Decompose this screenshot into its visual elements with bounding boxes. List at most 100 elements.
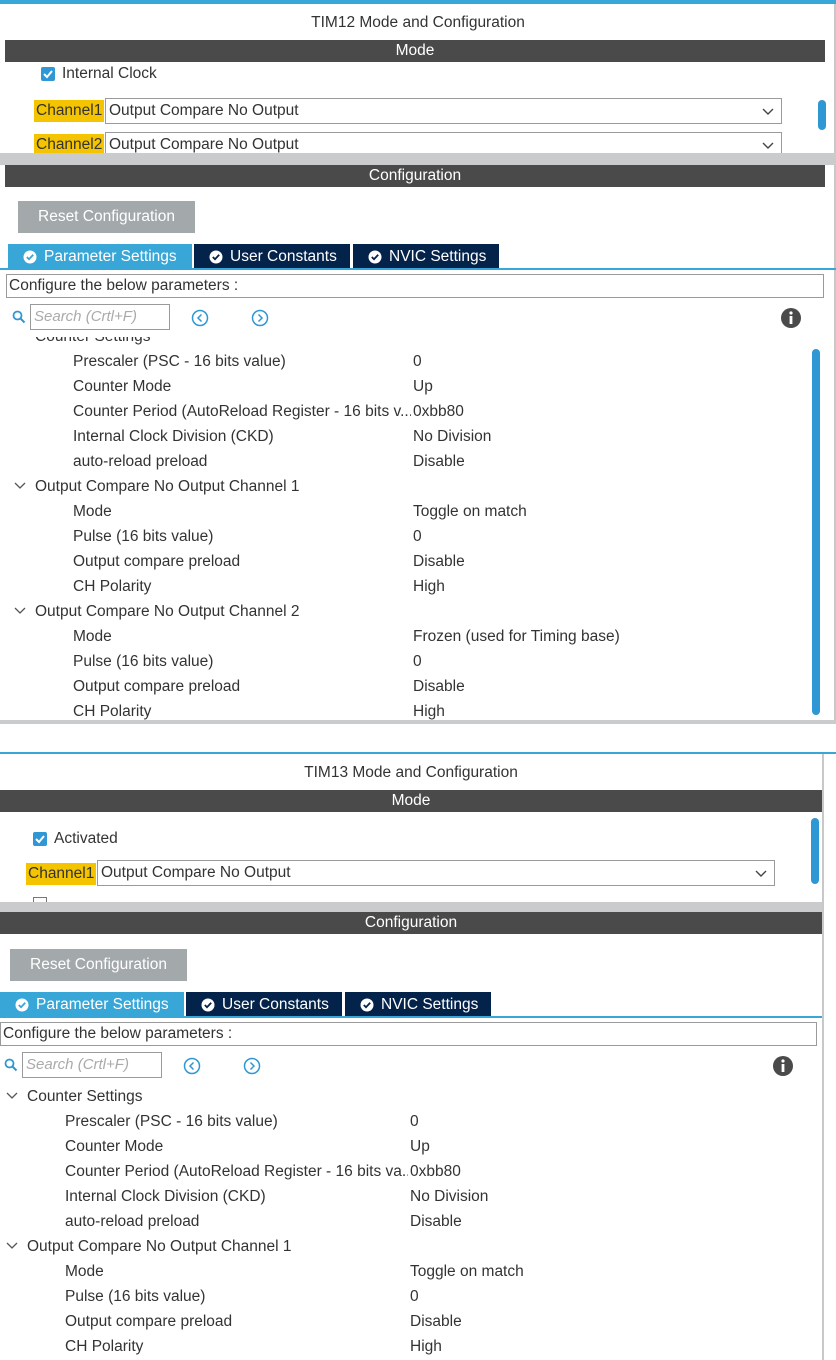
param-name: CH Polarity xyxy=(73,578,152,595)
param-value[interactable]: Disable xyxy=(413,549,465,574)
search-icon xyxy=(12,310,26,324)
param-name: auto-reload preload xyxy=(65,1213,200,1230)
tab-nvic-settings[interactable]: NVIC Settings xyxy=(345,992,491,1018)
search-icon xyxy=(4,1058,18,1072)
param-value[interactable]: Up xyxy=(410,1134,430,1159)
search-input[interactable]: Search (Crtl+F) xyxy=(22,1052,162,1078)
tab-user-constants[interactable]: User Constants xyxy=(194,244,350,270)
param-name: Counter Period (AutoReload Register - 16… xyxy=(73,403,411,420)
tim13-panel: TIM13 Mode and Configuration Mode Activa… xyxy=(0,752,836,1360)
group-header[interactable]: Output Compare No Output Channel 2 xyxy=(35,599,300,624)
param-name: Internal Clock Division (CKD) xyxy=(65,1188,266,1205)
configure-text: Configure the below parameters : xyxy=(0,1022,817,1046)
param-name: auto-reload preload xyxy=(73,453,208,470)
tab-underline xyxy=(0,1016,822,1018)
param-name: Pulse (16 bits value) xyxy=(73,528,214,545)
panel-title: TIM13 Mode and Configuration xyxy=(304,764,518,781)
param-name: Prescaler (PSC - 16 bits value) xyxy=(65,1113,278,1130)
check-circle-icon xyxy=(368,250,382,264)
group-header[interactable]: Counter Settings xyxy=(27,1084,142,1109)
channel1-select[interactable]: Output Compare No Output xyxy=(97,860,775,886)
tab-label: NVIC Settings xyxy=(389,248,487,265)
tab-user-constants[interactable]: User Constants xyxy=(186,992,342,1018)
reset-configuration-button[interactable]: Reset Configuration xyxy=(18,201,195,233)
param-name: Mode xyxy=(73,503,112,520)
check-circle-icon xyxy=(15,998,29,1012)
chevron-down-icon xyxy=(755,870,767,877)
channel1-value: Output Compare No Output xyxy=(101,864,291,881)
param-value[interactable]: 0 xyxy=(413,349,422,374)
section-splitter[interactable] xyxy=(0,153,836,165)
group-header[interactable]: Output Compare No Output Channel 1 xyxy=(35,474,300,499)
param-name: Pulse (16 bits value) xyxy=(65,1288,206,1305)
configuration-header: Configuration xyxy=(0,912,822,934)
info-icon[interactable] xyxy=(780,307,802,329)
tab-nvic-settings[interactable]: NVIC Settings xyxy=(353,244,499,270)
param-value[interactable]: No Division xyxy=(413,424,491,449)
prev-arrow-icon[interactable] xyxy=(183,1057,201,1075)
chevron-down-icon xyxy=(762,108,774,115)
check-circle-icon xyxy=(23,250,37,264)
panel-border xyxy=(822,754,824,1360)
param-value[interactable]: Disable xyxy=(413,674,465,699)
activated-checkbox[interactable] xyxy=(33,832,47,846)
collapse-chevron-icon[interactable] xyxy=(14,605,26,617)
param-value[interactable]: High xyxy=(413,574,445,599)
internal-clock-checkbox[interactable] xyxy=(41,67,55,81)
activated-label: Activated xyxy=(54,830,118,847)
collapse-chevron-icon[interactable] xyxy=(14,337,26,339)
param-value[interactable]: Toggle on match xyxy=(410,1259,524,1284)
param-value[interactable]: High xyxy=(410,1334,442,1359)
channel1-value: Output Compare No Output xyxy=(109,102,299,119)
collapse-chevron-icon[interactable] xyxy=(14,480,26,492)
param-name: Prescaler (PSC - 16 bits value) xyxy=(73,353,286,370)
parameter-list: Counter Settings Prescaler (PSC - 16 bit… xyxy=(0,1084,808,1360)
channel1-select[interactable]: Output Compare No Output xyxy=(105,98,782,124)
param-name: Output compare preload xyxy=(65,1313,233,1330)
section-splitter[interactable] xyxy=(0,902,822,912)
param-value[interactable]: Disable xyxy=(410,1309,462,1334)
reset-configuration-button[interactable]: Reset Configuration xyxy=(10,949,187,981)
collapse-chevron-icon[interactable] xyxy=(6,1090,18,1102)
param-value[interactable]: No Division xyxy=(410,1184,488,1209)
channel1-label: Channel1 xyxy=(26,863,97,885)
param-value[interactable]: Disable xyxy=(413,449,465,474)
mode-scrollbar[interactable] xyxy=(818,100,826,130)
channel1-label: Channel1 xyxy=(34,100,105,122)
param-value[interactable]: Up xyxy=(413,374,433,399)
param-value[interactable]: 0xbb80 xyxy=(410,1159,461,1184)
next-arrow-icon[interactable] xyxy=(243,1057,261,1075)
check-circle-icon xyxy=(201,998,215,1012)
tab-label: Parameter Settings xyxy=(36,996,169,1013)
param-value[interactable]: Frozen (used for Timing base) xyxy=(413,624,620,649)
param-value[interactable]: High xyxy=(413,699,445,721)
param-value[interactable]: Toggle on match xyxy=(413,499,527,524)
prev-arrow-icon[interactable] xyxy=(191,309,209,327)
next-arrow-icon[interactable] xyxy=(251,309,269,327)
mode-header: Mode xyxy=(5,40,825,62)
group-header[interactable]: Output Compare No Output Channel 1 xyxy=(27,1234,292,1259)
param-value[interactable]: 0 xyxy=(410,1284,419,1309)
param-value[interactable]: 0xbb80 xyxy=(413,399,464,424)
parameter-scrollbar[interactable] xyxy=(812,349,820,715)
checkbox-checked-icon xyxy=(35,835,45,844)
tab-underline xyxy=(0,268,836,270)
tab-parameter-settings[interactable]: Parameter Settings xyxy=(8,244,192,270)
tab-label: User Constants xyxy=(230,248,337,265)
mode-scrollbar[interactable] xyxy=(811,818,819,884)
parameter-list: Counter Settings Prescaler (PSC - 16 bit… xyxy=(0,337,808,721)
configure-text: Configure the below parameters : xyxy=(6,274,824,298)
param-value[interactable]: 0 xyxy=(413,524,422,549)
channel2-value: Output Compare No Output xyxy=(109,136,299,153)
param-value[interactable]: 0 xyxy=(413,649,422,674)
collapse-chevron-icon[interactable] xyxy=(6,1240,18,1252)
param-name: Counter Period (AutoReload Register - 16… xyxy=(65,1163,408,1180)
search-input[interactable]: Search (Crtl+F) xyxy=(30,304,170,330)
group-header[interactable]: Counter Settings xyxy=(35,337,150,349)
tab-parameter-settings[interactable]: Parameter Settings xyxy=(0,992,184,1018)
param-value[interactable]: 0 xyxy=(410,1109,419,1134)
param-name: CH Polarity xyxy=(73,703,152,720)
info-icon[interactable] xyxy=(772,1055,794,1077)
param-value[interactable]: Disable xyxy=(410,1209,462,1234)
tim12-panel: TIM12 Mode and Configuration Mode Intern… xyxy=(0,0,836,724)
